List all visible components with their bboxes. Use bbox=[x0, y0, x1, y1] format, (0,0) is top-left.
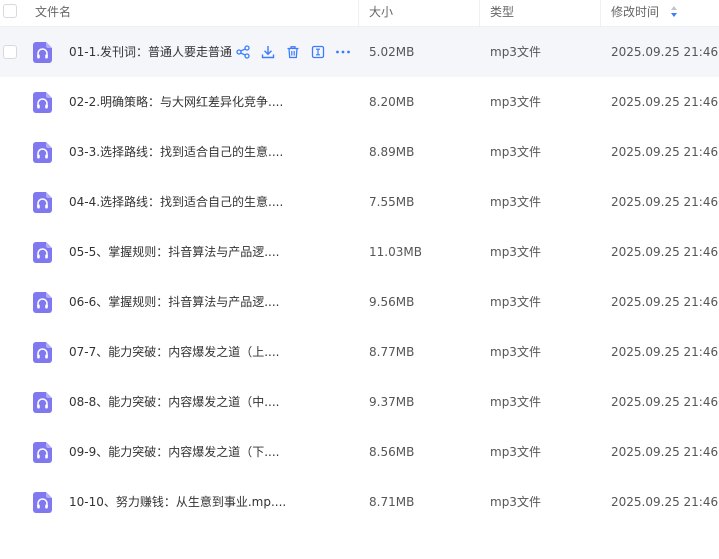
file-type: mp3文件 bbox=[490, 345, 541, 359]
select-all-checkbox[interactable] bbox=[3, 4, 17, 18]
file-row[interactable]: 04-4.选择路线：找到适合自己的生意.... 7.55MB mp3文件 202… bbox=[0, 177, 719, 227]
column-divider[interactable] bbox=[358, 0, 359, 26]
file-row[interactable]: 01-1.发刊词：普通人要走普通 5.02MB mp3文件 2025.09.25… bbox=[0, 27, 719, 77]
file-modified-time: 2025.09.25 21:46 bbox=[611, 245, 719, 259]
headphones-icon bbox=[33, 42, 52, 63]
file-row[interactable]: 08-8、能力突破：内容爆发之道（中.... 9.37MB mp3文件 2025… bbox=[0, 377, 719, 427]
rename-icon[interactable] bbox=[309, 43, 327, 61]
headphones-icon bbox=[33, 342, 52, 363]
column-divider[interactable] bbox=[479, 0, 480, 26]
headphones-icon bbox=[33, 142, 52, 163]
file-name[interactable]: 05-5、掌握规则：抖音算法与产品逻.... bbox=[69, 227, 280, 277]
headphones-icon bbox=[33, 492, 52, 513]
file-type: mp3文件 bbox=[490, 145, 541, 159]
headphones-icon bbox=[33, 292, 52, 313]
headphones-icon bbox=[33, 242, 52, 263]
headphones-icon bbox=[33, 392, 52, 413]
file-modified-time: 2025.09.25 21:46 bbox=[611, 195, 719, 209]
file-type: mp3文件 bbox=[490, 445, 541, 459]
file-name[interactable]: 10-10、努力赚钱：从生意到事业.mp.... bbox=[69, 477, 286, 527]
file-type: mp3文件 bbox=[490, 495, 541, 509]
column-header-time[interactable]: 修改时间 bbox=[611, 0, 677, 26]
file-size: 7.55MB bbox=[369, 195, 415, 209]
file-size: 11.03MB bbox=[369, 245, 422, 259]
file-type: mp3文件 bbox=[490, 295, 541, 309]
file-type: mp3文件 bbox=[490, 195, 541, 209]
file-type: mp3文件 bbox=[490, 395, 541, 409]
file-modified-time: 2025.09.25 21:46 bbox=[611, 445, 719, 459]
trash-icon[interactable] bbox=[284, 43, 302, 61]
headphones-icon bbox=[33, 192, 52, 213]
file-name[interactable]: 04-4.选择路线：找到适合自己的生意.... bbox=[69, 177, 283, 227]
share-icon[interactable] bbox=[234, 43, 252, 61]
more-icon[interactable] bbox=[334, 43, 352, 61]
file-modified-time: 2025.09.25 21:46 bbox=[611, 495, 719, 509]
file-name[interactable]: 01-1.发刊词：普通人要走普通 bbox=[69, 27, 232, 77]
file-row[interactable]: 10-10、努力赚钱：从生意到事业.mp.... 8.71MB mp3文件 20… bbox=[0, 477, 719, 527]
file-size: 8.20MB bbox=[369, 95, 415, 109]
file-size: 9.56MB bbox=[369, 295, 415, 309]
sort-icon[interactable] bbox=[670, 6, 677, 17]
headphones-icon bbox=[33, 442, 52, 463]
file-name[interactable]: 08-8、能力突破：内容爆发之道（中.... bbox=[69, 377, 280, 427]
file-modified-time: 2025.09.25 21:46 bbox=[611, 45, 719, 59]
file-type: mp3文件 bbox=[490, 245, 541, 259]
file-type: mp3文件 bbox=[490, 45, 541, 59]
column-header-size[interactable]: 大小 bbox=[369, 0, 393, 26]
file-size: 8.56MB bbox=[369, 445, 415, 459]
file-row[interactable]: 09-9、能力突破：内容爆发之道（下.... 8.56MB mp3文件 2025… bbox=[0, 427, 719, 477]
headphones-icon bbox=[33, 92, 52, 113]
column-header-type[interactable]: 类型 bbox=[490, 0, 514, 26]
file-name[interactable]: 06-6、掌握规则：抖音算法与产品逻.... bbox=[69, 277, 280, 327]
table-header: 文件名 大小 类型 修改时间 bbox=[0, 0, 719, 27]
column-header-time-label: 修改时间 bbox=[611, 5, 660, 19]
download-icon[interactable] bbox=[259, 43, 277, 61]
file-row[interactable]: 05-5、掌握规则：抖音算法与产品逻.... 11.03MB mp3文件 202… bbox=[0, 227, 719, 277]
file-type: mp3文件 bbox=[490, 95, 541, 109]
row-checkbox[interactable] bbox=[3, 45, 17, 59]
column-divider[interactable] bbox=[600, 0, 601, 26]
file-list: 01-1.发刊词：普通人要走普通 5.02MB mp3文件 2025.09.25… bbox=[0, 27, 719, 527]
file-row[interactable]: 07-7、能力突破：内容爆发之道（上.... 8.77MB mp3文件 2025… bbox=[0, 327, 719, 377]
file-row[interactable]: 06-6、掌握规则：抖音算法与产品逻.... 9.56MB mp3文件 2025… bbox=[0, 277, 719, 327]
file-name[interactable]: 02-2.明确策略：与大网红差异化竞争.... bbox=[69, 77, 283, 127]
file-size: 8.77MB bbox=[369, 345, 415, 359]
file-size: 8.89MB bbox=[369, 145, 415, 159]
file-modified-time: 2025.09.25 21:46 bbox=[611, 145, 719, 159]
column-header-name[interactable]: 文件名 bbox=[35, 0, 71, 26]
file-size: 8.71MB bbox=[369, 495, 415, 509]
file-row[interactable]: 02-2.明确策略：与大网红差异化竞争.... 8.20MB mp3文件 202… bbox=[0, 77, 719, 127]
file-size: 9.37MB bbox=[369, 395, 415, 409]
row-actions bbox=[234, 43, 359, 61]
file-name[interactable]: 09-9、能力突破：内容爆发之道（下.... bbox=[69, 427, 280, 477]
file-modified-time: 2025.09.25 21:46 bbox=[611, 95, 719, 109]
file-table: 文件名 大小 类型 修改时间 01-1.发刊词：普通人要走普通 5.02MB m… bbox=[0, 0, 719, 527]
file-size: 5.02MB bbox=[369, 45, 415, 59]
file-modified-time: 2025.09.25 21:46 bbox=[611, 295, 719, 309]
file-modified-time: 2025.09.25 21:46 bbox=[611, 345, 719, 359]
file-modified-time: 2025.09.25 21:46 bbox=[611, 395, 719, 409]
file-name[interactable]: 03-3.选择路线：找到适合自己的生意.... bbox=[69, 127, 283, 177]
file-row[interactable]: 03-3.选择路线：找到适合自己的生意.... 8.89MB mp3文件 202… bbox=[0, 127, 719, 177]
file-name[interactable]: 07-7、能力突破：内容爆发之道（上.... bbox=[69, 327, 280, 377]
